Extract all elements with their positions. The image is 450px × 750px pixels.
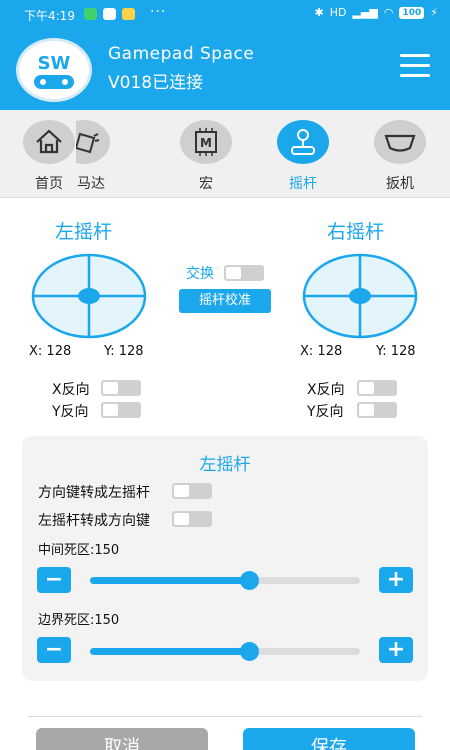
signal-icon: ▂▄▆ [352,6,378,19]
tab-trigger-label: 扳机 [386,176,414,192]
center-deadzone-label: 中间死区:150 [38,543,120,558]
center-deadzone-slider[interactable] [90,571,360,590]
right-stick-position-dot [349,288,371,304]
tab-joystick-label: 摇杆 [289,176,317,192]
right-stick-y-readout: Y: 128 [376,344,416,359]
tab-motor-label: 马达 [77,176,105,192]
status-right: ✱ HD ▂▄▆ ◠ 100 ⚡ [315,6,439,19]
hamburger-menu-button[interactable] [400,54,430,78]
swap-label: 交换 [186,266,214,282]
left-stick-position-dot [78,288,100,304]
left-stick-title: 左摇杆 [55,221,113,243]
swap-toggle[interactable] [224,265,264,281]
center-deadzone-slider-fill [90,577,249,584]
save-button[interactable]: 保存 [243,728,415,750]
center-deadzone-decrease-button[interactable]: − [37,567,71,593]
calibrate-button[interactable]: 摇杆校准 [179,289,271,313]
center-deadzone-increase-button[interactable]: + [379,567,413,593]
right-stick-x-readout: X: 128 [300,344,343,359]
tab-macro-label: 宏 [199,176,213,192]
status-time: 下午4:19 [24,9,75,23]
edge-deadzone-slider[interactable] [90,642,360,661]
tab-trigger[interactable]: 扳机 [368,120,432,198]
stick-to-dpad-label: 左摇杆转成方向键 [38,513,150,529]
center-deadzone-slider-thumb[interactable] [239,571,259,590]
right-stick-title: 右摇杆 [327,221,385,243]
gamepad-logo-icon: SW [34,53,74,89]
tab-macro[interactable]: M 宏 [174,120,238,198]
app-name: Gamepad Space [108,44,255,64]
right-x-invert-toggle[interactable] [357,380,397,396]
tab-bar: 首页 马达 M 宏 摇杆 扳机 [0,110,450,198]
joystick-icon [277,120,329,164]
left-x-invert-toggle[interactable] [101,380,141,396]
message-icon [122,8,135,20]
battery-level: 100 [399,6,425,19]
left-y-invert-label: Y反向 [52,404,89,420]
home-icon [23,120,75,164]
right-y-invert-label: Y反向 [307,404,344,420]
dpad-to-stick-label: 方向键转成左摇杆 [38,485,150,501]
left-stick-y-readout: Y: 128 [104,344,144,359]
status-bar: 下午4:19 ··· ✱ HD ▂▄▆ ◠ 100 ⚡ [0,0,450,28]
wechat-icon [84,8,97,20]
app-logo: SW [16,38,92,102]
edge-deadzone-label: 边界死区:150 [38,613,120,628]
menu-bar [400,64,430,67]
edge-deadzone-slider-fill [90,648,249,655]
bluetooth-icon: ✱ [314,6,324,19]
footer-divider [28,716,422,717]
menu-bar [400,54,430,57]
edge-deadzone-increase-button[interactable]: + [379,637,413,663]
right-y-invert-toggle[interactable] [357,402,397,418]
tab-joystick[interactable]: 摇杆 [271,120,335,198]
settings-title: 左摇杆 [199,455,251,475]
dpad-to-stick-toggle[interactable] [172,483,212,499]
motor-icon [76,120,110,164]
wifi-icon: ◠ [383,6,394,19]
left-x-invert-label: X反向 [52,382,90,398]
left-stick-visualizer [31,253,147,339]
right-stick-visualizer [302,253,418,339]
menu-bar [400,74,430,77]
left-y-invert-toggle[interactable] [101,402,141,418]
trigger-icon [374,120,426,164]
stick-to-dpad-toggle[interactable] [172,511,212,527]
charging-icon: ⚡ [430,6,438,19]
cancel-button[interactable]: 取消 [36,728,208,750]
app-header: SW Gamepad Space V018已连接 [0,28,450,110]
tab-motor[interactable]: 马达 [76,120,124,198]
edge-deadzone-decrease-button[interactable]: − [37,637,71,663]
edge-deadzone-slider-thumb[interactable] [239,642,259,661]
more-notifications-icon: ··· [150,4,167,20]
tab-home-label: 首页 [35,176,63,192]
left-stick-x-readout: X: 128 [29,344,72,359]
tab-home[interactable]: 首页 [17,120,81,198]
network-type: HD [329,6,347,19]
logo-text: SW [38,53,71,74]
connection-status: V018已连接 [108,73,204,93]
app-notification-icon [103,8,116,20]
macro-icon: M [180,120,232,164]
right-x-invert-label: X反向 [307,382,345,398]
svg-text:M: M [200,136,212,150]
stick-settings-card: 左摇杆 方向键转成左摇杆 左摇杆转成方向键 中间死区:150 − + 边界死区:… [22,436,428,681]
